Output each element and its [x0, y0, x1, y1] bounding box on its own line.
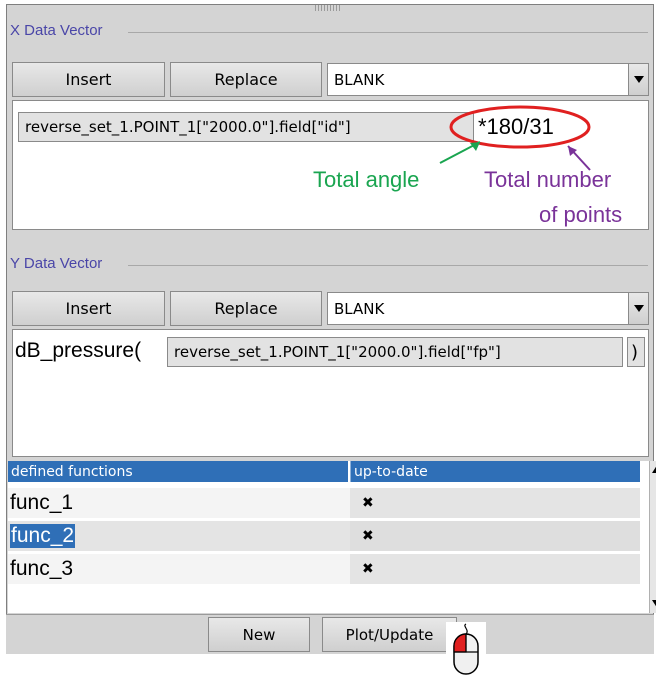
total-angle-annotation: Total angle — [313, 167, 420, 192]
column-header-defined-functions[interactable]: defined functions — [8, 461, 348, 482]
table-row-func-2[interactable]: func_2 ✖ — [8, 521, 640, 551]
total-points-annotation-line1: Total number — [484, 167, 612, 192]
plot-update-button[interactable]: Plot/Update — [322, 617, 457, 652]
table-row-func-1[interactable]: func_1 ✖ — [8, 488, 640, 518]
y-replace-button[interactable]: Replace — [170, 291, 322, 326]
y-data-vector-label: Y Data Vector — [10, 255, 103, 272]
table-row-func-3[interactable]: func_3 ✖ — [8, 554, 640, 584]
x-function-select[interactable]: BLANK — [327, 63, 629, 96]
scroll-up-icon[interactable] — [652, 466, 656, 473]
table-scrollbar[interactable] — [649, 461, 656, 613]
scroll-down-icon[interactable] — [652, 600, 656, 607]
mouse-left-click-icon — [446, 622, 486, 678]
chevron-down-icon — [633, 305, 644, 312]
y-section-divider — [128, 265, 648, 266]
function-name: func_1 — [10, 491, 74, 514]
total-points-annotation-line2: of points — [539, 202, 623, 227]
y-insert-button[interactable]: Insert — [12, 291, 165, 326]
highlight-ellipse — [449, 105, 591, 149]
function-name-selected: func_2 — [8, 521, 348, 551]
x-select-dropdown-button[interactable] — [628, 63, 649, 96]
y-function-select[interactable]: BLANK — [327, 292, 629, 325]
y-select-value: BLANK — [334, 299, 385, 318]
x-data-vector-label: X Data Vector — [10, 22, 103, 39]
up-to-date-flag: ✖ — [350, 521, 640, 551]
resize-grip-icon[interactable] — [315, 5, 341, 11]
up-to-date-flag: ✖ — [350, 554, 640, 584]
y-expression-field-chip[interactable]: reverse_set_1.POINT_1["2000.0"].field["f… — [167, 337, 623, 367]
x-insert-button[interactable]: Insert — [12, 62, 165, 97]
y-expression-prefix: dB_pressure( — [15, 339, 142, 362]
defined-functions-table: defined functions up-to-date func_1 ✖ fu… — [8, 461, 656, 613]
x-section-divider — [128, 32, 648, 33]
up-to-date-flag: ✖ — [350, 488, 640, 518]
selected-function-name: func_2 — [10, 524, 76, 548]
x-replace-button[interactable]: Replace — [170, 62, 322, 97]
column-header-up-to-date[interactable]: up-to-date — [350, 461, 640, 482]
function-name: func_3 — [10, 557, 74, 580]
x-select-value: BLANK — [334, 70, 385, 89]
y-expression-suffix: ) — [627, 337, 645, 367]
new-function-button[interactable]: New — [208, 617, 310, 652]
chevron-down-icon — [633, 76, 644, 83]
y-select-dropdown-button[interactable] — [628, 292, 649, 325]
